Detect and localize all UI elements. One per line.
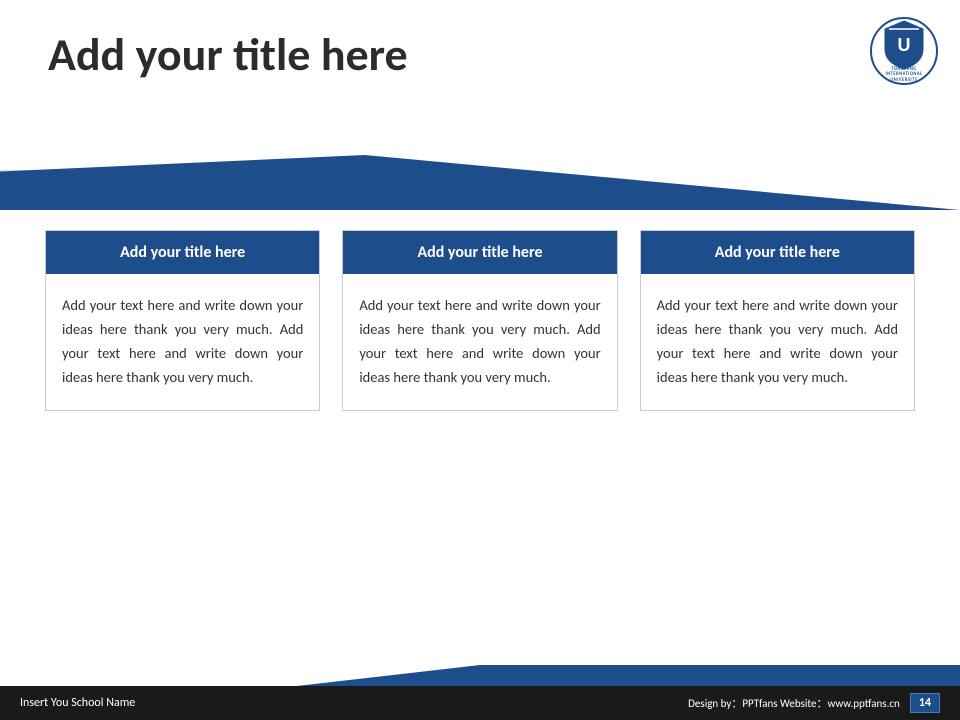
- card-3-header: Add your title here: [641, 231, 914, 274]
- logo-circle: U TONGFANGINTERNATIONALUNIVERSITY: [870, 17, 938, 85]
- card-1: Add your title here Add your text here a…: [45, 230, 320, 411]
- footer-bar: Insert You School Name Design by：PPTfans…: [0, 686, 960, 720]
- card-2-body: Add your text here and write down your i…: [343, 274, 616, 410]
- cards-area: Add your title here Add your text here a…: [45, 230, 915, 411]
- card-1-body: Add your text here and write down your i…: [46, 274, 319, 410]
- logo-inner: U TONGFANGINTERNATIONALUNIVERSITY: [883, 19, 925, 83]
- footer-page-number: 14: [910, 693, 940, 713]
- footer-design-credit: Design by：PPTfans Website：www.pptfans.cn: [688, 695, 900, 711]
- svg-text:U: U: [898, 35, 911, 55]
- card-2: Add your title here Add your text here a…: [342, 230, 617, 411]
- main-title: Add your title here: [48, 28, 408, 83]
- card-3-body: Add your text here and write down your i…: [641, 274, 914, 410]
- top-blue-band: [0, 155, 960, 210]
- card-3: Add your title here Add your text here a…: [640, 230, 915, 411]
- slide: Add your title here U TONGFANGINTERNATIO…: [0, 0, 960, 720]
- footer-right: Design by：PPTfans Website：www.pptfans.cn…: [688, 693, 940, 713]
- card-1-header: Add your title here: [46, 231, 319, 274]
- logo-shield-svg: U: [883, 19, 925, 71]
- card-2-header: Add your title here: [343, 231, 616, 274]
- logo: U TONGFANGINTERNATIONALUNIVERSITY: [868, 15, 940, 87]
- footer-school-name: Insert You School Name: [20, 696, 135, 710]
- logo-text: TONGFANGINTERNATIONALUNIVERSITY: [885, 67, 922, 83]
